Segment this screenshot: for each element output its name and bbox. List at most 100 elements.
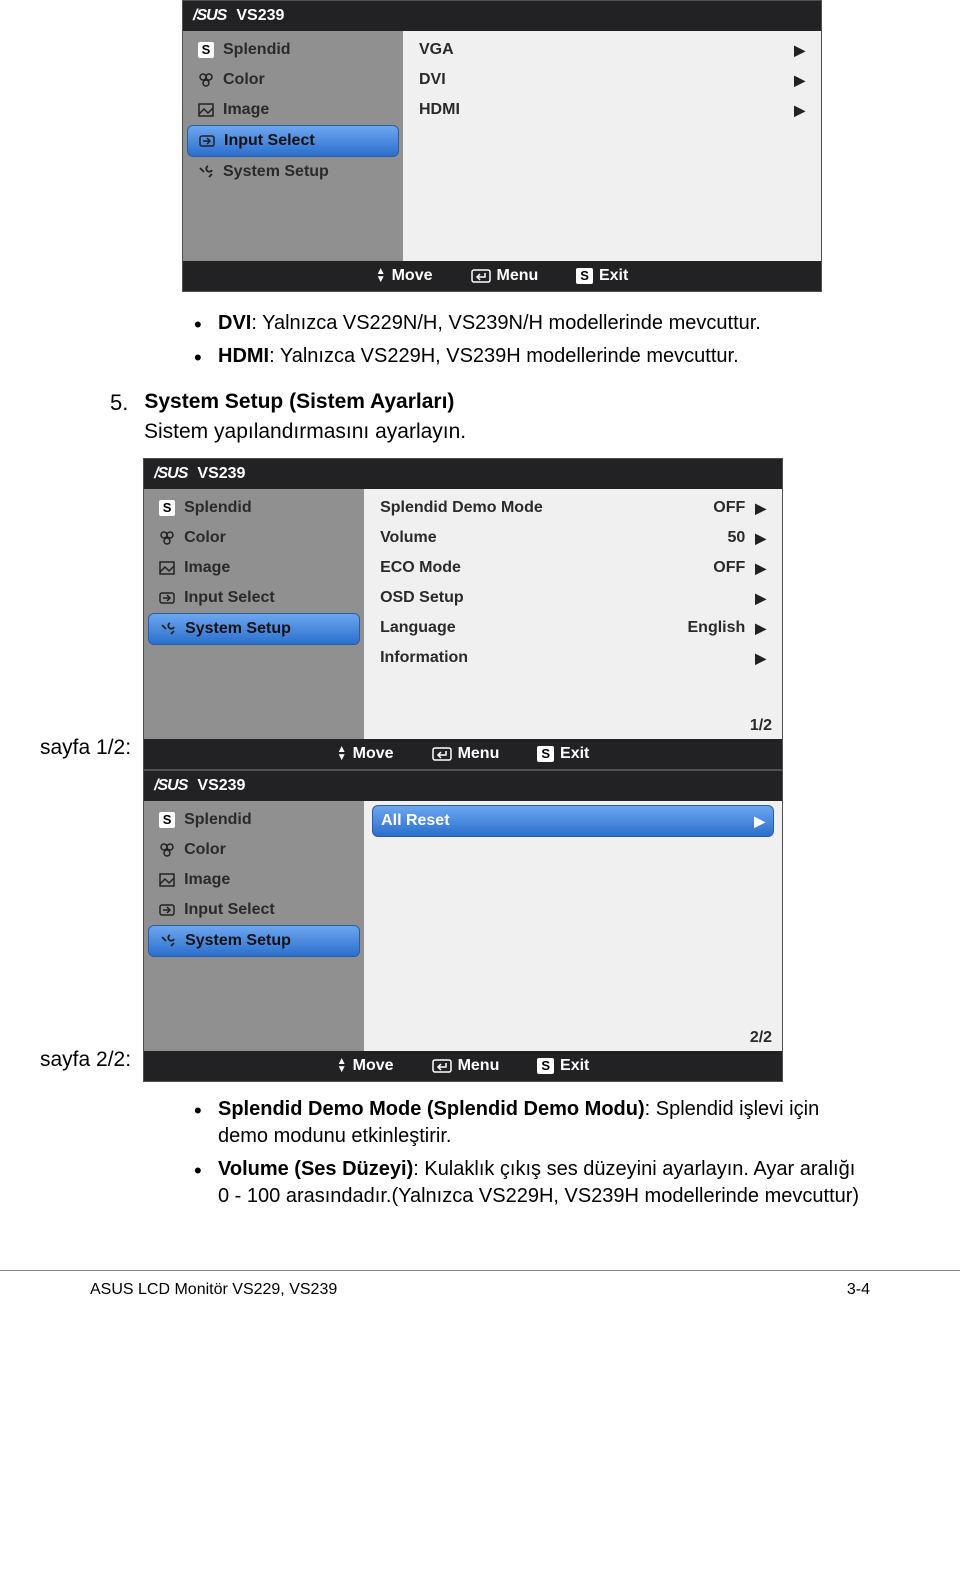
osd-title: /SUS VS239 <box>144 459 782 489</box>
sidebar-item-input-select[interactable]: Input Select <box>148 583 360 613</box>
osd-right-panel: VGA ▶ DVI ▶ HDMI ▶ <box>403 31 821 261</box>
sidebar-item-image[interactable]: Image <box>148 865 360 895</box>
sidebar-label: System Setup <box>223 163 329 181</box>
option-label: ECO Mode <box>380 559 461 577</box>
footer-menu: Menu <box>471 267 539 285</box>
option-eco-mode[interactable]: ECO ModeOFF▶ <box>372 553 774 583</box>
splendid-icon: S <box>197 41 215 59</box>
sidebar-label: Color <box>184 841 226 859</box>
note-bold: Splendid Demo Mode (Splendid Demo Modu) <box>218 1098 645 1120</box>
footer-menu-label: Menu <box>458 745 500 763</box>
sidebar-label: Input Select <box>224 132 315 150</box>
notes-list-1: DVI: Yalnızca VS229N/H, VS239N/H modelle… <box>190 310 870 370</box>
updown-icon: ▲▼ <box>337 746 347 762</box>
chevron-right-icon: ▶ <box>755 530 766 547</box>
chevron-right-icon: ▶ <box>755 650 766 667</box>
chevron-right-icon: ▶ <box>794 42 805 59</box>
sidebar-item-color[interactable]: Color <box>148 835 360 865</box>
footer-menu-label: Menu <box>458 1057 500 1075</box>
option-label: Language <box>380 619 456 637</box>
sidebar-label: Color <box>223 71 265 89</box>
option-language[interactable]: LanguageEnglish▶ <box>372 613 774 643</box>
image-icon <box>158 871 176 889</box>
image-icon <box>197 101 215 119</box>
sidebar-item-system-setup[interactable]: System Setup <box>148 613 360 645</box>
section-number: 5. <box>110 390 128 416</box>
option-volume[interactable]: Volume50▶ <box>372 523 774 553</box>
chevron-right-icon: ▶ <box>754 813 765 830</box>
sidebar-item-splendid[interactable]: SSplendid <box>148 805 360 835</box>
footer-left: ASUS LCD Monitör VS229, VS239 <box>90 1281 337 1299</box>
page-label-1: sayfa 1/2: <box>40 736 131 770</box>
updown-icon: ▲▼ <box>376 268 386 284</box>
chevron-right-icon: ▶ <box>755 500 766 517</box>
footer-exit-label: Exit <box>560 1057 589 1075</box>
option-all-reset[interactable]: All Reset▶ <box>372 805 774 837</box>
sidebar-label: Splendid <box>223 41 291 59</box>
footer-right: 3-4 <box>847 1281 870 1299</box>
s-key-icon: S <box>537 746 554 762</box>
osd-left-menu: S Splendid Color Image Input Select <box>183 31 403 261</box>
setup-icon <box>159 620 177 638</box>
footer-move-label: Move <box>353 745 394 763</box>
osd-panel-system-setup-1: /SUS VS239 SSplendid Color Image Input S… <box>143 458 783 770</box>
model-label: VS239 <box>197 777 245 795</box>
footer-move: ▲▼ Move <box>337 745 394 763</box>
chevron-right-icon: ▶ <box>755 590 766 607</box>
note-bold: DVI <box>218 312 251 334</box>
sidebar-item-color[interactable]: Color <box>148 523 360 553</box>
note-text: : Yalnızca VS229H, VS239H modellerinde m… <box>269 345 739 367</box>
page-footer: ASUS LCD Monitör VS229, VS239 3-4 <box>0 1270 960 1299</box>
footer-exit-label: Exit <box>599 267 628 285</box>
osd-panel-input-select: /SUS VS239 S Splendid Color Image <box>182 0 822 292</box>
brand-logo: /SUS <box>193 7 226 25</box>
footer-menu: Menu <box>432 1057 500 1075</box>
osd-right-panel: Splendid Demo ModeOFF▶ Volume50▶ ECO Mod… <box>364 489 782 739</box>
enter-icon <box>432 747 452 761</box>
updown-icon: ▲▼ <box>337 1058 347 1074</box>
option-label: DVI <box>419 71 446 89</box>
sidebar-item-splendid[interactable]: S Splendid <box>187 35 399 65</box>
splendid-icon: S <box>158 499 176 517</box>
sidebar-label: Image <box>184 559 230 577</box>
option-label: OSD Setup <box>380 589 464 607</box>
option-vga[interactable]: VGA ▶ <box>411 35 813 65</box>
enter-icon <box>432 1059 452 1073</box>
color-icon <box>158 529 176 547</box>
sidebar-item-system-setup[interactable]: System Setup <box>148 925 360 957</box>
note-item: DVI: Yalnızca VS229N/H, VS239N/H modelle… <box>190 310 870 337</box>
option-osd-setup[interactable]: OSD Setup ▶ <box>372 583 774 613</box>
sidebar-label: Input Select <box>184 589 275 607</box>
note-item: HDMI: Yalnızca VS229H, VS239H modellerin… <box>190 343 870 370</box>
osd-title: /SUS VS239 <box>183 1 821 31</box>
note-item: Volume (Ses Düzeyi): Kulaklık çıkış ses … <box>190 1156 870 1210</box>
s-key-icon: S <box>537 1058 554 1074</box>
option-value: OFF <box>713 499 745 517</box>
option-splendid-demo[interactable]: Splendid Demo ModeOFF▶ <box>372 493 774 523</box>
section-heading: 5. System Setup (Sistem Ayarları) <box>110 390 870 416</box>
notes-list-2: Splendid Demo Mode (Splendid Demo Modu):… <box>190 1096 870 1210</box>
sidebar-item-system-setup[interactable]: System Setup <box>187 157 399 187</box>
sidebar-item-splendid[interactable]: SSplendid <box>148 493 360 523</box>
page-label-2: sayfa 2/2: <box>40 1048 131 1082</box>
option-dvi[interactable]: DVI ▶ <box>411 65 813 95</box>
sidebar-item-input-select[interactable]: Input Select <box>148 895 360 925</box>
osd-footer: ▲▼Move Menu SExit <box>144 1051 782 1081</box>
sidebar-label: Image <box>184 871 230 889</box>
footer-exit-label: Exit <box>560 745 589 763</box>
sidebar-label: Input Select <box>184 901 275 919</box>
sidebar-item-image[interactable]: Image <box>148 553 360 583</box>
page-indicator: 2/2 <box>750 1029 772 1047</box>
color-icon <box>158 841 176 859</box>
input-icon <box>198 132 216 150</box>
footer-menu: Menu <box>432 745 500 763</box>
option-hdmi[interactable]: HDMI ▶ <box>411 95 813 125</box>
sidebar-item-image[interactable]: Image <box>187 95 399 125</box>
sidebar-item-color[interactable]: Color <box>187 65 399 95</box>
option-information[interactable]: Information ▶ <box>372 643 774 673</box>
option-value: English <box>688 619 746 637</box>
osd-title: /SUS VS239 <box>144 771 782 801</box>
option-label: Information <box>380 649 468 667</box>
osd-footer: ▲▼ Move Menu S Exit <box>144 739 782 769</box>
sidebar-item-input-select[interactable]: Input Select <box>187 125 399 157</box>
